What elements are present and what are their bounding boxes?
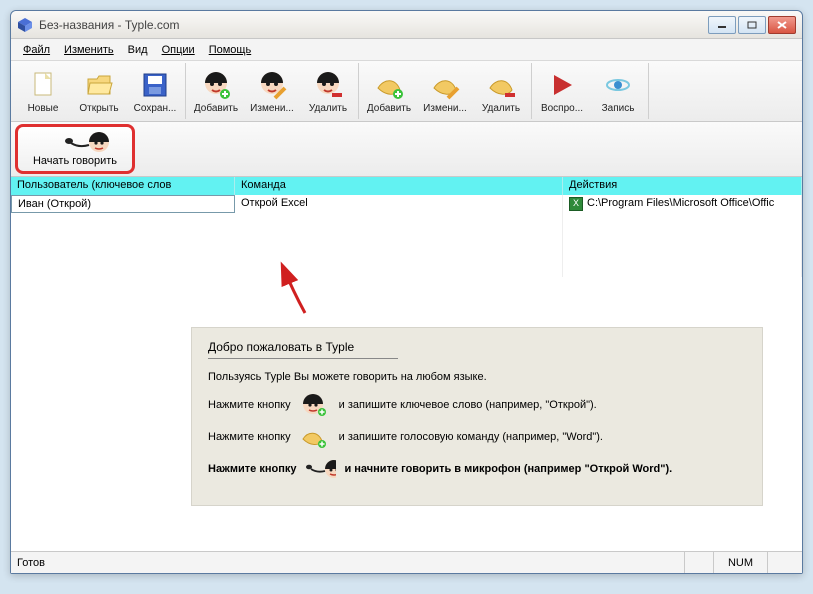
folder-open-icon <box>83 69 115 101</box>
app-icon <box>17 17 33 33</box>
header-actions[interactable]: Действия <box>563 177 802 195</box>
cell-user[interactable]: Иван (Открой) <box>11 195 235 213</box>
menu-view[interactable]: Вид <box>122 42 154 58</box>
menu-edit[interactable]: Изменить <box>58 42 120 58</box>
new-button[interactable]: Новые <box>15 63 71 119</box>
statusbar: Готов NUM <box>11 551 802 573</box>
titlebar: Без-названия - Typle.com <box>11 11 802 39</box>
maximize-button[interactable] <box>738 16 766 34</box>
welcome-panel: Добро пожаловать в Typle Пользуясь Typle… <box>191 327 763 506</box>
column-headers: Пользователь (ключевое слов Команда Дейс… <box>11 177 802 195</box>
start-speaking-button[interactable]: Начать говорить <box>15 124 135 174</box>
delete-user-button[interactable]: Удалить <box>300 63 356 119</box>
cell-action[interactable]: C:\Program Files\Microsoft Office\Offic <box>563 195 802 277</box>
play-icon <box>546 69 578 101</box>
welcome-title: Добро пожаловать в Typle <box>208 340 398 359</box>
status-seg-1 <box>684 552 713 573</box>
menu-help[interactable]: Помощь <box>203 42 258 58</box>
edit-command-button[interactable]: Измени... <box>417 63 473 119</box>
delete-command-button[interactable]: Удалить <box>473 63 529 119</box>
cell-command[interactable]: Открой Excel <box>235 195 563 277</box>
face-delete-icon <box>312 69 344 101</box>
app-window: Без-названия - Typle.com Файл Изменить В… <box>10 10 803 574</box>
hand-add-icon <box>373 69 405 101</box>
save-button[interactable]: Сохран... <box>127 63 183 119</box>
save-icon <box>139 69 171 101</box>
record-icon <box>602 69 634 101</box>
header-user[interactable]: Пользователь (ключевое слов <box>11 177 235 195</box>
welcome-intro: Пользуясь Typle Вы можете говорить на лю… <box>208 371 746 383</box>
welcome-row-3: Нажмите кнопку и начните говорить в микр… <box>208 457 746 481</box>
toolbar: Новые Открыть Сохран... Добавить Измени.… <box>11 61 802 122</box>
microphone-face-icon <box>61 131 89 153</box>
window-controls <box>708 16 796 34</box>
close-button[interactable] <box>768 16 796 34</box>
record-button[interactable]: Запись <box>590 63 646 119</box>
new-file-icon <box>27 69 59 101</box>
edit-user-button[interactable]: Измени... <box>244 63 300 119</box>
play-button[interactable]: Воспро... <box>534 63 590 119</box>
welcome-row-2: Нажмите кнопку и запишите голосовую кома… <box>208 425 746 449</box>
open-button[interactable]: Открыть <box>71 63 127 119</box>
menu-options[interactable]: Опции <box>156 42 201 58</box>
status-seg-3 <box>767 552 796 573</box>
face-edit-icon <box>256 69 288 101</box>
menu-file[interactable]: Файл <box>17 42 56 58</box>
action-path: C:\Program Files\Microsoft Office\Offic <box>587 197 774 209</box>
add-user-button[interactable]: Добавить <box>188 63 244 119</box>
status-ready: Готов <box>17 557 45 569</box>
menubar: Файл Изменить Вид Опции Помощь <box>11 39 802 61</box>
microphone-face-icon <box>304 457 336 481</box>
face-add-icon <box>299 393 331 417</box>
welcome-row-1: Нажмите кнопку и запишите ключевое слово… <box>208 393 746 417</box>
hand-delete-icon <box>485 69 517 101</box>
toolbar-row-2: Начать говорить <box>11 122 802 177</box>
data-grid: Иван (Открой) Открой Excel C:\Program Fi… <box>11 195 802 277</box>
status-num: NUM <box>713 552 767 573</box>
hand-edit-icon <box>429 69 461 101</box>
add-command-button[interactable]: Добавить <box>361 63 417 119</box>
minimize-button[interactable] <box>708 16 736 34</box>
excel-icon <box>569 197 583 211</box>
header-command[interactable]: Команда <box>235 177 563 195</box>
face-add-icon <box>200 69 232 101</box>
hand-add-icon <box>299 425 331 449</box>
window-title: Без-названия - Typle.com <box>39 18 708 32</box>
